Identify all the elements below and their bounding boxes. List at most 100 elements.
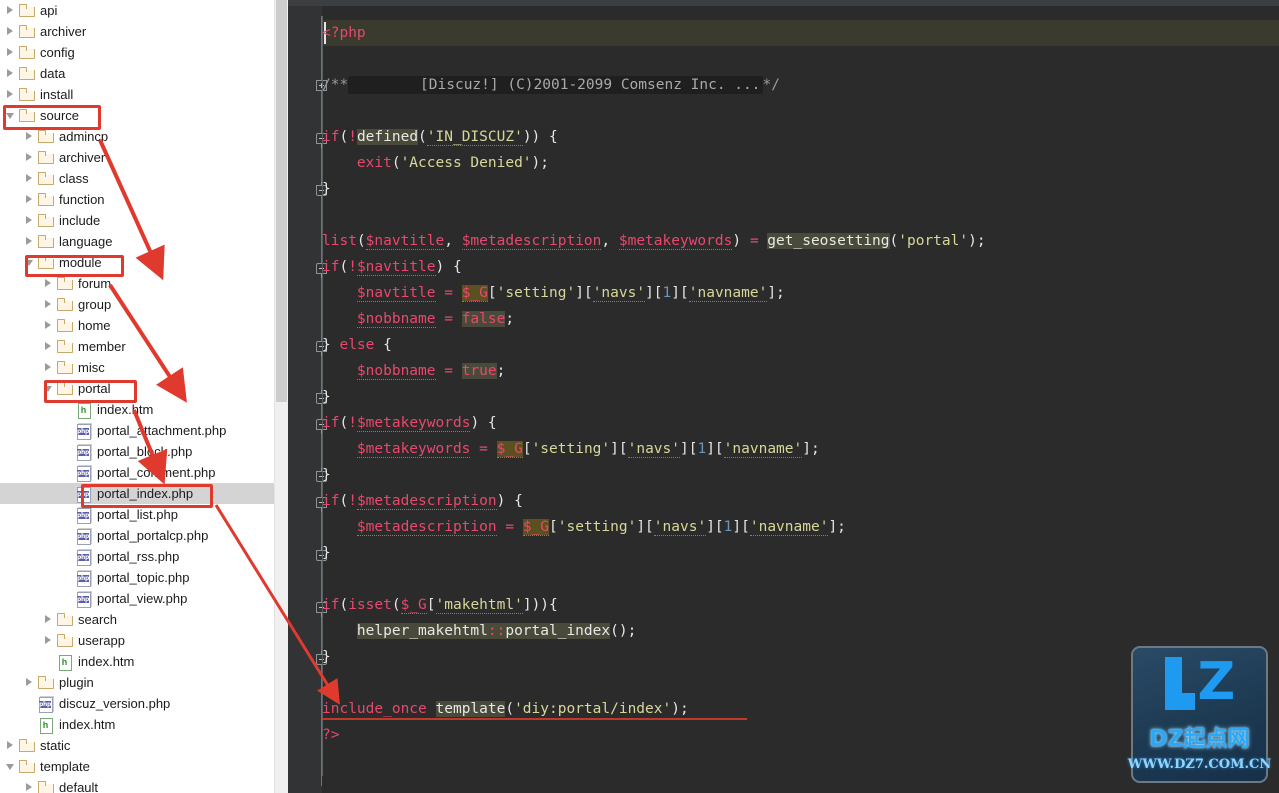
code-line-if-defined[interactable]: if(!defined('IN_DISCUZ')) { — [322, 124, 558, 150]
chevron-right-icon[interactable] — [25, 132, 34, 141]
chevron-right-icon[interactable] — [6, 90, 15, 99]
tree-item-portal-view-php[interactable]: portal_view.php — [0, 588, 274, 609]
php-file-icon — [76, 549, 92, 566]
no-chevron-spacer — [44, 657, 53, 666]
chevron-right-icon[interactable] — [25, 237, 34, 246]
tree-item-portal-topic-php[interactable]: portal_topic.php — [0, 567, 274, 588]
no-chevron-spacer — [63, 426, 72, 435]
underline-include-once-line — [322, 718, 747, 720]
tree-item-label: index.htm — [78, 654, 135, 669]
tree-item-class[interactable]: class — [0, 168, 274, 189]
folded-comment-block[interactable]: [Discuz!] (C)2001-2099 Comsenz Inc. ... — [348, 76, 763, 94]
tree-item-function[interactable]: function — [0, 189, 274, 210]
tree-item-include[interactable]: include — [0, 210, 274, 231]
chevron-right-icon[interactable] — [44, 615, 53, 624]
code-line-helper-makehtml[interactable]: helper_makehtml::portal_index(); — [322, 618, 636, 644]
folder-icon — [19, 45, 35, 60]
scrollbar-thumb[interactable] — [276, 0, 287, 402]
folder-icon — [38, 150, 54, 165]
chevron-right-icon[interactable] — [44, 279, 53, 288]
code-line-folded-comment[interactable]: /** [Discuz!] (C)2001-2099 Comsenz Inc. … — [322, 72, 780, 98]
chevron-right-icon[interactable] — [6, 69, 15, 78]
editor-gutter[interactable] — [288, 6, 327, 793]
code-line-list-seosetting[interactable]: list($navtitle, $metadescription, $metak… — [322, 228, 986, 254]
code-line-assign-metakeywords[interactable]: $metakeywords = $_G['setting']['navs'][1… — [322, 436, 820, 462]
tree-item-portal[interactable]: portal — [0, 378, 274, 399]
chevron-right-icon[interactable] — [6, 6, 15, 15]
tree-item-portal-rss-php[interactable]: portal_rss.php — [0, 546, 274, 567]
chevron-right-icon[interactable] — [25, 195, 34, 204]
chevron-right-icon[interactable] — [6, 27, 15, 36]
tree-item-search[interactable]: search — [0, 609, 274, 630]
code-line-if-metadescription[interactable]: if(!$metadescription) { — [322, 488, 523, 514]
chevron-right-icon[interactable] — [44, 300, 53, 309]
tree-item-api[interactable]: api — [0, 0, 274, 21]
code-line-exit[interactable]: exit('Access Denied'); — [322, 150, 549, 176]
tree-item-label: member — [78, 339, 126, 354]
php-file-icon — [76, 570, 92, 587]
code-line-php-close[interactable]: ?> — [322, 722, 339, 748]
tree-item-archiver[interactable]: archiver — [0, 21, 274, 42]
chevron-right-icon[interactable] — [25, 678, 34, 687]
code-line-php-open[interactable]: <?php — [322, 20, 366, 46]
code-line-close-brace-2[interactable]: } — [322, 384, 331, 410]
code-line-assign-navtitle[interactable]: $navtitle = $_G['setting']['navs'][1]['n… — [322, 280, 785, 306]
tree-item-portal-portalcp-php[interactable]: portal_portalcp.php — [0, 525, 274, 546]
tree-item-static[interactable]: static — [0, 735, 274, 756]
code-line-assign-metadescription[interactable]: $metadescription = $_G['setting']['navs'… — [322, 514, 846, 540]
tree-item-index-htm[interactable]: index.htm — [0, 399, 274, 420]
watermark-url: WWW.DZ7.COM.CN — [1127, 757, 1272, 772]
tree-item-label: static — [40, 738, 71, 753]
tree-item-label: plugin — [59, 675, 94, 690]
tree-item-default[interactable]: default — [0, 777, 274, 793]
tree-item-index-htm[interactable]: index.htm — [0, 714, 274, 735]
chevron-right-icon[interactable] — [25, 783, 34, 792]
folder-icon — [38, 675, 54, 690]
code-line-else[interactable]: } else { — [322, 332, 392, 358]
chevron-right-icon[interactable] — [44, 342, 53, 351]
tree-item-member[interactable]: member — [0, 336, 274, 357]
tree-item-label: archiver — [40, 24, 87, 39]
tree-item-group[interactable]: group — [0, 294, 274, 315]
tree-item-install[interactable]: install — [0, 84, 274, 105]
code-line-close-brace-4[interactable]: } — [322, 540, 331, 566]
tree-item-misc[interactable]: misc — [0, 357, 274, 378]
tree-item-archiver[interactable]: archiver — [0, 147, 274, 168]
tree-item-index-htm[interactable]: index.htm — [0, 651, 274, 672]
chevron-right-icon[interactable] — [44, 636, 53, 645]
project-tree-scrollbar[interactable] — [274, 0, 288, 793]
tree-item-label: include — [59, 213, 101, 228]
code-line-close-brace-1[interactable]: } — [322, 176, 331, 202]
chevron-down-icon[interactable] — [6, 762, 15, 771]
tree-item-language[interactable]: language — [0, 231, 274, 252]
folder-icon — [57, 633, 73, 648]
code-line-close-brace-3[interactable]: } — [322, 462, 331, 488]
tree-item-config[interactable]: config — [0, 42, 274, 63]
tree-item-portal-attachment-php[interactable]: portal_attachment.php — [0, 420, 274, 441]
chevron-right-icon[interactable] — [25, 153, 34, 162]
chevron-right-icon[interactable] — [25, 174, 34, 183]
no-chevron-spacer — [63, 594, 72, 603]
code-line-close-brace-5[interactable]: } — [322, 644, 331, 670]
code-line-nobbname-true[interactable]: $nobbname = true; — [322, 358, 505, 384]
code-line-if-isset-makehtml[interactable]: if(isset($_G['makehtml'])){ — [322, 592, 558, 618]
tree-item-portal-block-php[interactable]: portal_block.php — [0, 441, 274, 462]
chevron-right-icon[interactable] — [6, 48, 15, 57]
folder-icon — [38, 171, 54, 186]
code-line-if-metakeywords[interactable]: if(!$metakeywords) { — [322, 410, 497, 436]
tree-item-plugin[interactable]: plugin — [0, 672, 274, 693]
tree-item-data[interactable]: data — [0, 63, 274, 84]
tree-item-template[interactable]: template — [0, 756, 274, 777]
chevron-right-icon[interactable] — [44, 363, 53, 372]
code-line-if-navtitle[interactable]: if(!$navtitle) { — [322, 254, 462, 280]
chevron-right-icon[interactable] — [6, 741, 15, 750]
tree-item-home[interactable]: home — [0, 315, 274, 336]
php-file-icon — [38, 696, 54, 713]
chevron-right-icon[interactable] — [25, 216, 34, 225]
tree-item-portal-comment-php[interactable]: portal_comment.php — [0, 462, 274, 483]
chevron-right-icon[interactable] — [44, 321, 53, 330]
tree-item-discuz-version-php[interactable]: discuz_version.php — [0, 693, 274, 714]
tree-item-label: portal_comment.php — [97, 465, 216, 480]
tree-item-userapp[interactable]: userapp — [0, 630, 274, 651]
code-line-nobbname-false[interactable]: $nobbname = false; — [322, 306, 514, 332]
